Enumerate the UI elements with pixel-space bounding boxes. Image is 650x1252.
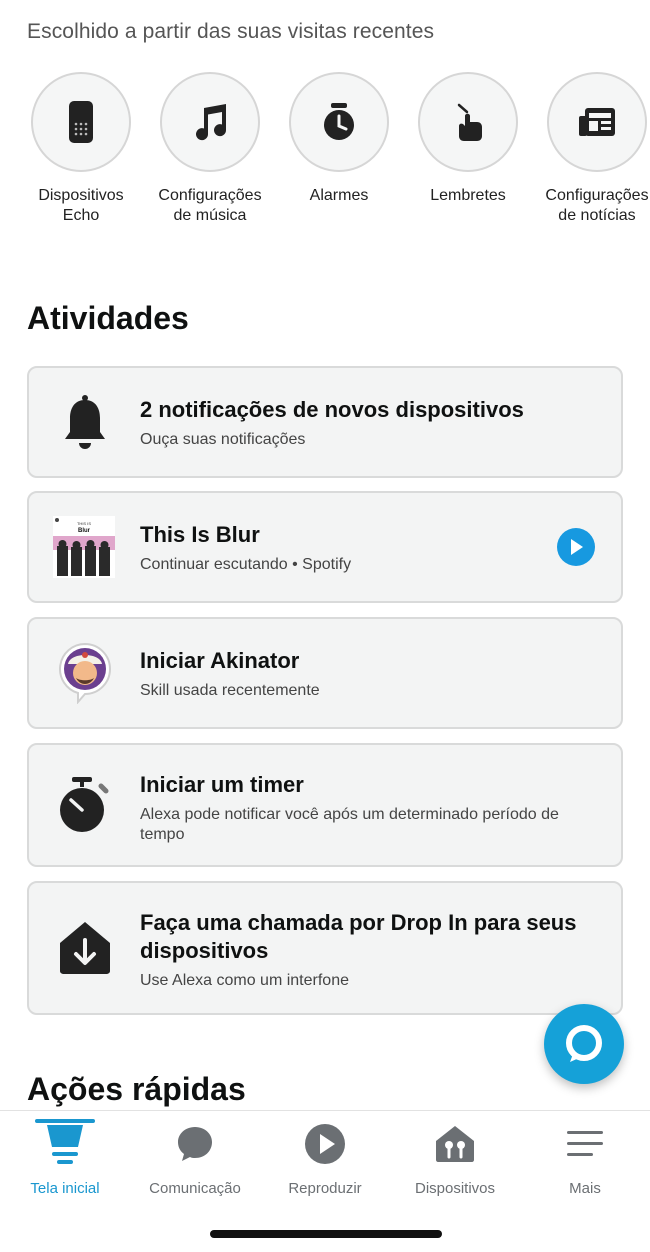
activities-title: Atividades [27,300,189,336]
active-tab-indicator [35,1119,95,1123]
card-title: Faça uma chamada por Drop In para seus d… [140,910,577,963]
shortcut-label: Configurações de música [158,187,262,224]
shortcut-alarms[interactable]: Alarmes [274,72,404,206]
news-icon [579,108,615,136]
activity-card-akinator[interactable]: Iniciar Akinator Skill usada recentement… [27,617,623,729]
activity-card-drop-in[interactable]: Faça uma chamada por Drop In para seus d… [27,881,623,1015]
shortcut-label: Alarmes [309,187,369,204]
chat-bubble-icon [178,1127,212,1161]
play-button[interactable] [557,528,595,566]
recent-visits-heading: Escolhido a partir das suas visitas rece… [27,20,435,43]
card-title: This Is Blur [140,522,260,547]
alexa-ring-icon [566,1025,602,1062]
nav-devices[interactable]: Dispositivos [390,1121,520,1197]
play-circle-icon [305,1124,345,1164]
nav-play[interactable]: Reproduzir [260,1121,390,1197]
smart-home-icon [436,1126,474,1162]
home-indicator [210,1230,442,1238]
nav-label: Comunicação [149,1180,241,1197]
shortcut-label: Lembretes [430,187,506,204]
stopwatch-icon [60,777,109,832]
shortcut-echo-devices[interactable]: Dispositivos Echo [16,72,146,226]
nav-communication[interactable]: Comunicação [130,1121,260,1197]
album-cover-top-text: THIS IS [77,521,91,526]
nav-label: Tela inicial [30,1180,100,1197]
activity-card-notifications[interactable]: 2 notificações de novos dispositivos Ouç… [27,366,623,478]
card-subtitle: Continuar escutando • Spotify [140,556,352,573]
quick-actions-title: Ações rápidas [27,1071,246,1107]
recent-shortcuts-row: Dispositivos Echo Configurações de músic… [0,72,650,242]
alexa-voice-button[interactable] [544,1004,624,1084]
music-note-icon [196,104,227,141]
activity-card-timer[interactable]: Iniciar um timer Alexa pode notificar vo… [27,743,623,867]
card-title: 2 notificações de novos dispositivos [140,397,524,422]
menu-icon [567,1131,603,1156]
card-title: Iniciar Akinator [140,648,300,673]
echo-device-icon [69,101,93,143]
nav-label: Mais [569,1180,601,1197]
card-subtitle: Use Alexa como um interfone [140,972,349,989]
alarm-clock-icon [324,103,354,140]
shortcut-music-settings[interactable]: Configurações de música [145,72,275,226]
nav-label: Reproduzir [288,1180,362,1197]
card-subtitle: Ouça suas notificações [140,431,306,448]
card-title: Iniciar um timer [140,772,304,797]
card-subtitle: Skill usada recentemente [140,682,320,699]
drop-in-icon [60,922,110,974]
album-cover: THIS IS Blur [53,516,115,578]
reminder-hand-icon [457,103,482,141]
nav-home[interactable]: Tela inicial [0,1119,130,1197]
play-icon [571,539,583,555]
shortcut-news-settings[interactable]: Configurações de notícias [532,72,650,226]
home-icon [47,1125,83,1164]
activity-card-this-is-blur[interactable]: THIS IS Blur This Is Blur Continuar escu… [27,491,623,603]
nav-label: Dispositivos [414,1180,496,1197]
shortcut-label: Configurações de notícias [545,187,649,224]
bell-icon [65,395,105,449]
akinator-avatar-icon [59,642,111,704]
shortcut-label: Dispositivos Echo [38,187,124,224]
card-subtitle: Alexa pode notificar você após um determ… [140,806,559,843]
shortcut-reminders[interactable]: Lembretes [403,72,533,206]
nav-more[interactable]: Mais [520,1121,650,1197]
album-cover-name-text: Blur [78,528,91,534]
